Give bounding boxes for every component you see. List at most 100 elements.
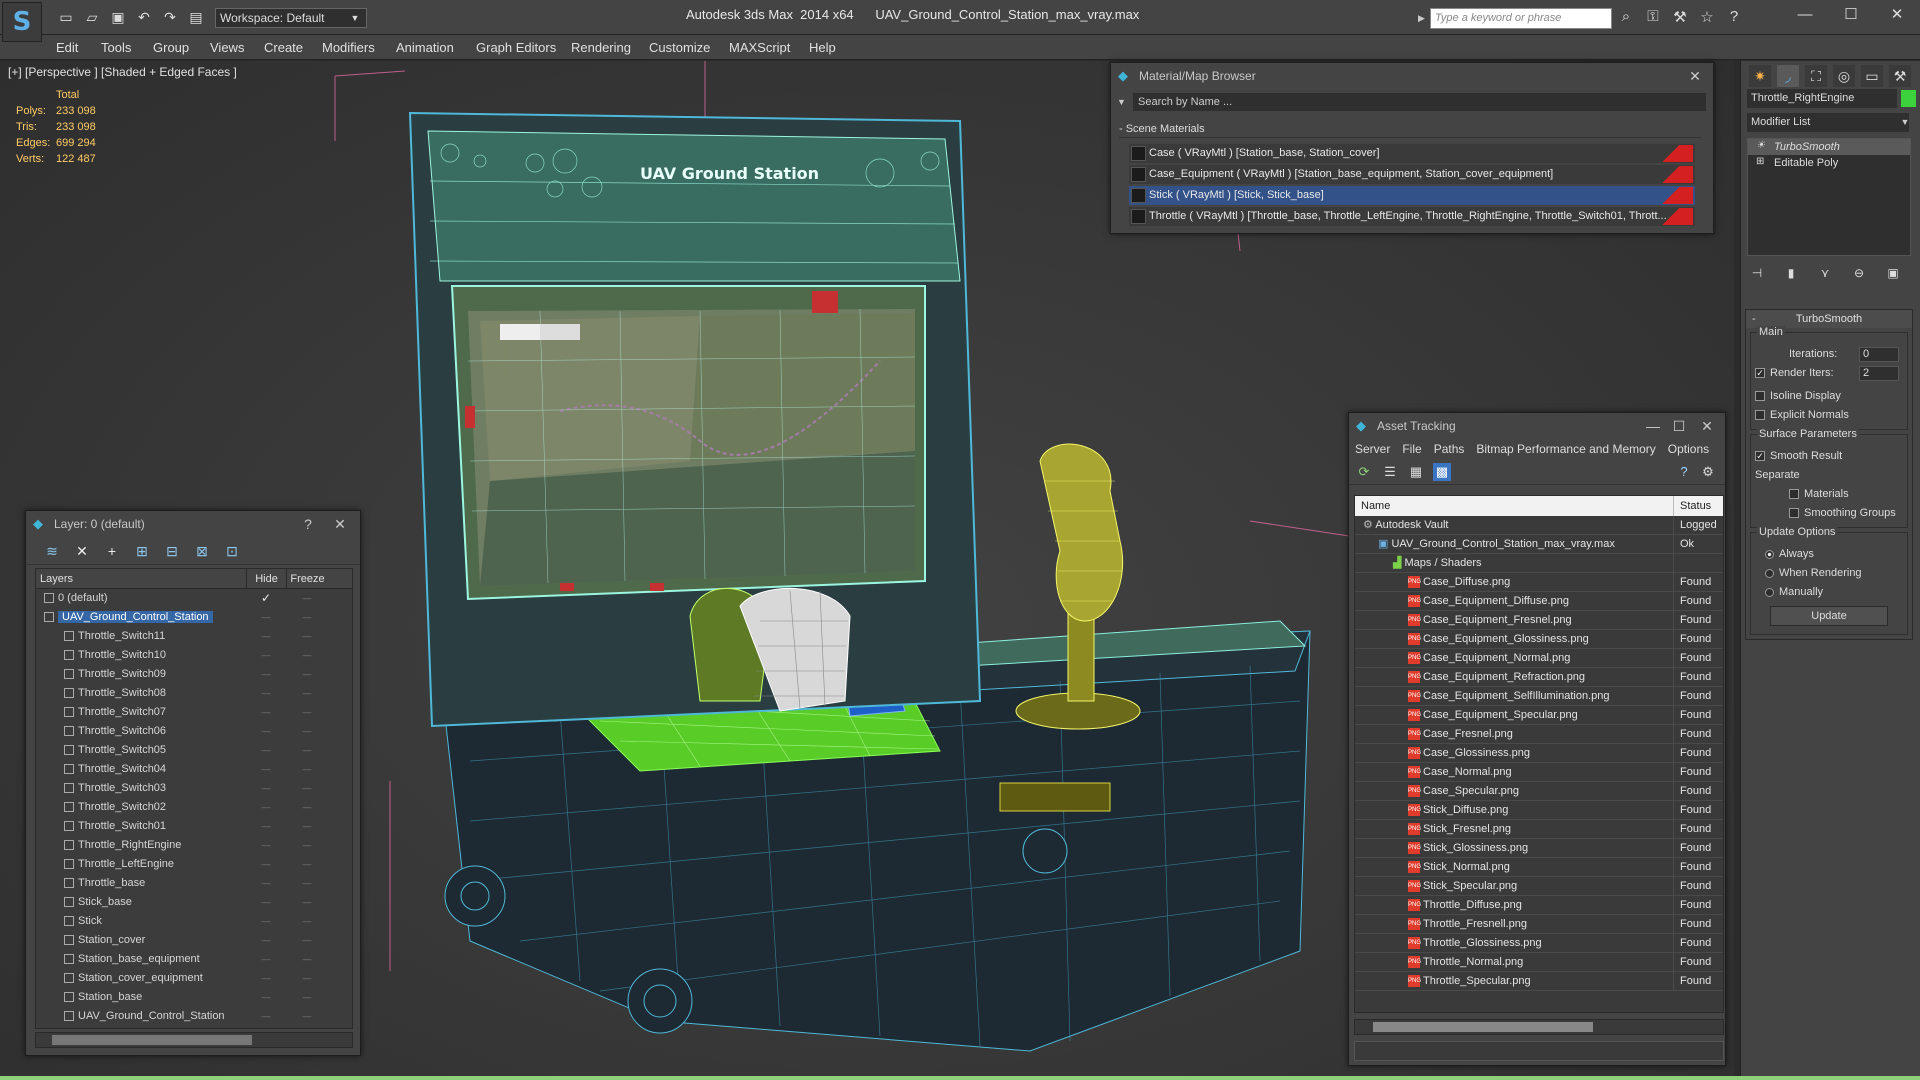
layer-row[interactable]: Throttle_Switch11 — — <box>36 627 352 646</box>
column-name[interactable]: Name <box>1355 496 1673 516</box>
menu-bitmap-performance[interactable]: Bitmap Performance and Memory <box>1476 439 1655 459</box>
always-radio[interactable] <box>1765 549 1774 559</box>
viewport-label[interactable]: [+] [Perspective ] [Shaded + Edged Faces… <box>8 65 237 79</box>
key-icon[interactable]: ⚿ <box>1644 8 1662 26</box>
object-icon[interactable] <box>64 726 74 737</box>
grid-view-icon[interactable]: ▩ <box>1433 463 1451 481</box>
menu-tools[interactable]: Tools <box>101 40 131 55</box>
object-icon[interactable] <box>64 821 74 832</box>
layer-row[interactable]: Stick_base — — <box>36 893 352 912</box>
utilities-tab-icon[interactable]: ⚒ <box>1889 65 1911 87</box>
asset-row[interactable]: PNG Case_Equipment_SelfIllumination.png Fo… <box>1355 687 1723 706</box>
hide-all-icon[interactable]: ⊡ <box>220 541 244 561</box>
layer-row[interactable]: Throttle_Switch07 — — <box>36 703 352 722</box>
isoline-checkbox[interactable] <box>1755 391 1765 402</box>
asset-row[interactable]: PNG Case_Fresnel.png Found <box>1355 725 1723 744</box>
asset-row[interactable]: PNG Stick_Fresnel.png Found <box>1355 820 1723 839</box>
layer-row[interactable]: Throttle_Switch01 — — <box>36 817 352 836</box>
materials-checkbox[interactable] <box>1789 489 1799 500</box>
object-icon[interactable] <box>64 859 74 870</box>
layer-row[interactable]: Throttle_base — — <box>36 874 352 893</box>
hide-toggle[interactable]: — <box>246 703 286 722</box>
smoothing-groups-checkbox[interactable] <box>1789 508 1799 519</box>
asset-row[interactable]: PNG Case_Diffuse.png Found <box>1355 573 1723 592</box>
layer-explorer-titlebar[interactable]: ◆ Layer: 0 (default) ? ✕ <box>26 511 360 537</box>
modifier-list-dropdown[interactable]: Modifier List <box>1747 113 1909 132</box>
freeze-toggle[interactable]: — <box>286 646 328 665</box>
layer-row[interactable]: 0 (default) ✓ — <box>36 589 352 608</box>
asset-row[interactable]: PNG Case_Equipment_Glossiness.png Found <box>1355 630 1723 649</box>
object-icon[interactable] <box>64 973 74 984</box>
create-tab-icon[interactable]: ✷ <box>1749 65 1771 87</box>
table-view-icon[interactable]: ▦ <box>1407 463 1425 481</box>
material-row[interactable]: Case ( VRayMtl ) [Station_base, Station_… <box>1129 144 1695 163</box>
object-icon[interactable] <box>64 935 74 946</box>
hide-toggle[interactable]: — <box>246 855 286 874</box>
hide-toggle[interactable]: — <box>246 741 286 760</box>
redo-icon[interactable]: ↷ <box>160 8 180 26</box>
layer-row[interactable]: Station_base_equipment — — <box>36 950 352 969</box>
layer-row[interactable]: Throttle_Switch03 — — <box>36 779 352 798</box>
asset-row[interactable]: ▟ Maps / Shaders <box>1355 554 1723 573</box>
freeze-toggle[interactable]: — <box>286 608 328 627</box>
help-icon[interactable]: ? <box>1675 463 1693 481</box>
object-name-field[interactable]: Throttle_RightEngine <box>1747 89 1897 108</box>
layer-row[interactable]: Station_base — — <box>36 988 352 1007</box>
when-rendering-radio[interactable] <box>1765 568 1774 578</box>
menu-options[interactable]: Options <box>1668 439 1709 459</box>
minimize-icon[interactable]: — <box>1782 0 1828 30</box>
minimize-icon[interactable]: — <box>1641 413 1665 439</box>
asset-row[interactable]: PNG Stick_Diffuse.png Found <box>1355 801 1723 820</box>
freeze-toggle[interactable]: — <box>286 988 328 1007</box>
search-expand-icon[interactable]: ▶ <box>1418 8 1430 29</box>
material-row[interactable]: Throttle ( VRayMtl ) [Throttle_base, Thr… <box>1129 207 1695 226</box>
hide-toggle[interactable]: — <box>246 665 286 684</box>
maximize-icon[interactable]: ☐ <box>1828 0 1874 30</box>
stack-item-editable-poly[interactable]: ⊞ Editable Poly <box>1748 155 1910 171</box>
make-unique-icon[interactable]: ⋎ <box>1815 263 1835 283</box>
pin-stack-icon[interactable]: ⊣ <box>1747 263 1767 283</box>
save-file-icon[interactable]: ▣ <box>108 8 128 26</box>
menu-animation[interactable]: Animation <box>396 40 454 55</box>
hide-toggle[interactable]: — <box>246 684 286 703</box>
asset-row[interactable]: PNG Throttle_Diffuse.png Found <box>1355 896 1723 915</box>
asset-row[interactable]: PNG Throttle_Specular.png Found <box>1355 972 1723 991</box>
show-end-result-icon[interactable]: ▮ <box>1781 263 1801 283</box>
expand-icon[interactable]: ⊞ <box>1756 157 1766 167</box>
modify-tab-icon[interactable]: ◞ <box>1777 65 1799 87</box>
object-icon[interactable] <box>64 764 74 775</box>
object-icon[interactable] <box>64 745 74 756</box>
object-icon[interactable] <box>64 802 74 813</box>
layer-row[interactable]: UAV_Ground_Control_Station — — <box>36 1007 352 1026</box>
object-icon[interactable] <box>64 840 74 851</box>
freeze-toggle[interactable]: — <box>286 798 328 817</box>
column-freeze[interactable]: Freeze <box>286 569 328 588</box>
hide-toggle[interactable]: — <box>246 722 286 741</box>
object-icon[interactable] <box>64 688 74 699</box>
close-icon[interactable]: ✕ <box>1695 413 1719 439</box>
close-icon[interactable]: ✕ <box>1874 0 1920 30</box>
hide-toggle[interactable]: — <box>246 969 286 988</box>
search-input[interactable]: Type a keyword or phrase <box>1430 8 1612 29</box>
asset-path-field[interactable] <box>1354 1041 1724 1061</box>
menu-paths[interactable]: Paths <box>1434 439 1465 459</box>
display-tab-icon[interactable]: ▭ <box>1861 65 1883 87</box>
app-logo-icon[interactable]: S <box>2 2 42 42</box>
column-hide[interactable]: Hide <box>246 569 286 588</box>
freeze-toggle[interactable]: — <box>286 912 328 931</box>
add-icon[interactable]: + <box>100 541 124 561</box>
hide-toggle[interactable]: — <box>246 893 286 912</box>
object-icon[interactable] <box>64 783 74 794</box>
menu-server[interactable]: Server <box>1355 439 1390 459</box>
object-icon[interactable] <box>64 992 74 1003</box>
layer-row[interactable]: Throttle_LeftEngine — — <box>36 855 352 874</box>
object-icon[interactable] <box>64 954 74 965</box>
asset-row[interactable]: PNG Case_Equipment_Diffuse.png Found <box>1355 592 1723 611</box>
freeze-toggle[interactable]: — <box>286 627 328 646</box>
object-icon[interactable] <box>64 631 74 642</box>
hide-toggle[interactable]: — <box>246 646 286 665</box>
render-iters-spinner[interactable]: 2 <box>1859 366 1899 381</box>
freeze-toggle[interactable]: — <box>286 893 328 912</box>
freeze-toggle[interactable]: — <box>286 855 328 874</box>
asset-row[interactable]: PNG Case_Equipment_Normal.png Found <box>1355 649 1723 668</box>
